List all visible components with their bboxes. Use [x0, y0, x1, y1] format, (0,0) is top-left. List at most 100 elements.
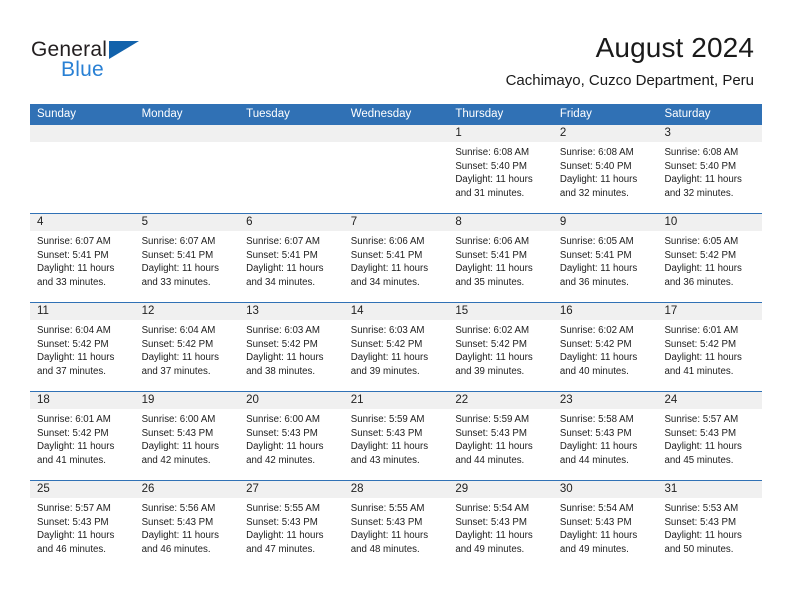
day-detail-line: Daylight: 11 hours [350, 441, 429, 453]
day-detail-line: Sunset: 5:40 PM [455, 160, 527, 172]
day-number-band: 31 [657, 481, 763, 498]
day-detail-line: Daylight: 11 hours [455, 174, 533, 186]
day-detail-line: and 37 minutes. [37, 365, 106, 377]
day-detail-text [239, 142, 344, 146]
day-cell[interactable]: 14 Sunrise: 6:03 AM Sunset: 5:42 PM Dayligh… [343, 303, 449, 391]
day-cell[interactable]: 25 Sunrise: 5:57 AM Sunset: 5:43 PM Dayligh… [30, 481, 135, 569]
day-cell[interactable]: 15 Sunrise: 6:02 AM Sunset: 5:42 PM Dayligh… [448, 303, 553, 391]
day-number: 31 [664, 483, 678, 495]
day-detail-line: Sunset: 5:42 PM [664, 249, 737, 261]
day-cell[interactable]: 21 Sunrise: 5:59 AM Sunset: 5:43 PM Dayligh… [343, 392, 449, 480]
day-detail-line: Sunrise: 5:55 AM [246, 503, 320, 514]
day-number-band: 21 [343, 392, 449, 409]
day-detail-line: Sunset: 5:42 PM [246, 338, 318, 350]
day-detail-line: Daylight: 11 hours [246, 263, 324, 275]
day-number: 4 [37, 216, 44, 228]
calendar-page: General Blue August 2024 Cachimayo, Cuzc… [0, 0, 792, 612]
day-detail-text: Sunrise: 6:08 AM Sunset: 5:40 PM Daylight:… [553, 142, 658, 200]
day-cell[interactable]: 27 Sunrise: 5:55 AM Sunset: 5:43 PM Dayligh… [239, 481, 344, 569]
day-cell[interactable]: 7 Sunrise: 6:06 AM Sunset: 5:41 PM Daylight… [343, 214, 449, 302]
day-detail-line: Sunrise: 6:03 AM [246, 325, 320, 336]
day-cell[interactable]: 17 Sunrise: 6:01 AM Sunset: 5:42 PM Dayligh… [657, 303, 763, 391]
day-cell[interactable]: 10 Sunrise: 6:05 AM Sunset: 5:42 PM Dayligh… [657, 214, 763, 302]
day-detail-text [344, 142, 449, 146]
day-detail-line: and 36 minutes. [664, 276, 734, 288]
calendar-weeks: 1 Sunrise: 6:08 AM Sunset: 5:40 PM Daylight… [30, 125, 763, 569]
day-cell[interactable]: 1 Sunrise: 6:08 AM Sunset: 5:40 PM Daylight… [448, 125, 553, 213]
day-detail-line: Sunset: 5:43 PM [455, 427, 527, 439]
day-detail-text: Sunrise: 6:03 AM Sunset: 5:42 PM Daylight:… [344, 320, 449, 378]
day-detail-text: Sunrise: 5:54 AM Sunset: 5:43 PM Daylight:… [553, 498, 658, 556]
day-detail-line: Sunrise: 6:00 AM [246, 414, 320, 425]
day-detail-line: Sunrise: 6:05 AM [559, 236, 634, 247]
day-detail-line: Daylight: 11 hours [246, 530, 324, 542]
day-detail-line: Sunset: 5:41 PM [37, 249, 109, 261]
day-detail-line: Sunset: 5:42 PM [455, 338, 527, 350]
day-number: 14 [350, 305, 364, 317]
day-detail-line: Sunrise: 5:57 AM [37, 503, 111, 514]
day-detail-line: Sunrise: 5:54 AM [455, 503, 530, 514]
day-cell[interactable]: 18 Sunrise: 6:01 AM Sunset: 5:42 PM Dayligh… [30, 392, 135, 480]
day-cell[interactable]: 12 Sunrise: 6:04 AM Sunset: 5:42 PM Dayligh… [134, 303, 240, 391]
day-number: 26 [141, 483, 155, 495]
day-detail-line: and 32 minutes. [559, 187, 629, 199]
page-header: General Blue August 2024 Cachimayo, Cuzc… [0, 0, 792, 100]
day-number: 17 [664, 305, 678, 317]
day-cell[interactable]: 3 Sunrise: 6:08 AM Sunset: 5:40 PM Daylight… [657, 125, 763, 213]
day-cell[interactable]: 6 Sunrise: 6:07 AM Sunset: 5:41 PM Daylight… [239, 214, 344, 302]
day-detail-line: Sunrise: 5:57 AM [664, 414, 739, 425]
day-number: 8 [455, 216, 462, 228]
day-cell[interactable]: 20 Sunrise: 6:00 AM Sunset: 5:43 PM Dayligh… [239, 392, 344, 480]
day-detail-line: Sunset: 5:43 PM [246, 516, 318, 528]
day-cell[interactable]: 16 Sunrise: 6:02 AM Sunset: 5:42 PM Dayligh… [552, 303, 658, 391]
day-detail-line: and 34 minutes. [246, 276, 316, 288]
day-number: 6 [246, 216, 253, 228]
day-detail-line: Daylight: 11 hours [559, 530, 638, 542]
brand-logo[interactable]: General Blue [31, 38, 171, 86]
day-cell[interactable]: 30 Sunrise: 5:54 AM Sunset: 5:43 PM Dayligh… [552, 481, 658, 569]
day-cell[interactable]: 13 Sunrise: 6:03 AM Sunset: 5:42 PM Dayligh… [239, 303, 344, 391]
day-cell[interactable]: 5 Sunrise: 6:07 AM Sunset: 5:41 PM Daylight… [134, 214, 240, 302]
day-detail-text: Sunrise: 6:01 AM Sunset: 5:42 PM Daylight:… [657, 320, 762, 378]
day-cell[interactable]: 23 Sunrise: 5:58 AM Sunset: 5:43 PM Dayligh… [552, 392, 658, 480]
weekday-header-monday: Monday [141, 108, 183, 120]
day-number: 30 [559, 483, 573, 495]
day-number-band: 26 [134, 481, 240, 498]
day-number-band: 7 [343, 214, 449, 231]
day-cell[interactable]: 4 Sunrise: 6:07 AM Sunset: 5:41 PM Daylight… [30, 214, 135, 302]
day-detail-line: Sunset: 5:41 PM [559, 249, 632, 261]
day-detail-line: Sunrise: 5:54 AM [559, 503, 634, 514]
day-detail-line: Sunrise: 6:01 AM [37, 414, 111, 425]
day-number-band: 23 [552, 392, 658, 409]
calendar-week-row: 11 Sunrise: 6:04 AM Sunset: 5:42 PM Dayligh… [30, 302, 763, 391]
day-cell[interactable]: 26 Sunrise: 5:56 AM Sunset: 5:43 PM Dayligh… [134, 481, 240, 569]
day-cell[interactable]: 22 Sunrise: 5:59 AM Sunset: 5:43 PM Dayligh… [448, 392, 553, 480]
day-number: 23 [559, 394, 573, 406]
day-number-band [30, 125, 135, 142]
day-number-band: 25 [30, 481, 135, 498]
day-detail-line: Sunset: 5:43 PM [664, 427, 737, 439]
day-detail-line: Sunrise: 5:55 AM [350, 503, 425, 514]
day-detail-text: Sunrise: 5:57 AM Sunset: 5:43 PM Daylight:… [30, 498, 135, 556]
day-cell[interactable]: 31 Sunrise: 5:53 AM Sunset: 5:43 PM Dayligh… [657, 481, 763, 569]
day-cell[interactable]: 28 Sunrise: 5:55 AM Sunset: 5:43 PM Dayligh… [343, 481, 449, 569]
day-detail-text: Sunrise: 6:04 AM Sunset: 5:42 PM Daylight:… [30, 320, 135, 378]
day-cell[interactable]: 11 Sunrise: 6:04 AM Sunset: 5:42 PM Dayligh… [30, 303, 135, 391]
day-number: 18 [37, 394, 50, 406]
day-detail-line: Sunrise: 6:00 AM [141, 414, 216, 425]
day-cell-empty [239, 125, 344, 213]
day-cell[interactable]: 29 Sunrise: 5:54 AM Sunset: 5:43 PM Dayligh… [448, 481, 553, 569]
day-detail-line: and 41 minutes. [664, 365, 734, 377]
day-cell[interactable]: 9 Sunrise: 6:05 AM Sunset: 5:41 PM Daylight… [552, 214, 658, 302]
day-number: 1 [455, 127, 462, 139]
day-detail-line: and 40 minutes. [559, 365, 629, 377]
day-number-band: 28 [343, 481, 449, 498]
day-cell[interactable]: 24 Sunrise: 5:57 AM Sunset: 5:43 PM Dayligh… [657, 392, 763, 480]
day-cell[interactable]: 8 Sunrise: 6:06 AM Sunset: 5:41 PM Daylight… [448, 214, 553, 302]
day-detail-line: Daylight: 11 hours [664, 263, 742, 275]
day-detail-text [30, 142, 135, 146]
day-detail-line: Sunset: 5:43 PM [37, 516, 109, 528]
day-cell[interactable]: 2 Sunrise: 6:08 AM Sunset: 5:40 PM Daylight… [552, 125, 658, 213]
day-cell[interactable]: 19 Sunrise: 6:00 AM Sunset: 5:43 PM Dayligh… [134, 392, 240, 480]
day-number: 10 [664, 216, 678, 228]
